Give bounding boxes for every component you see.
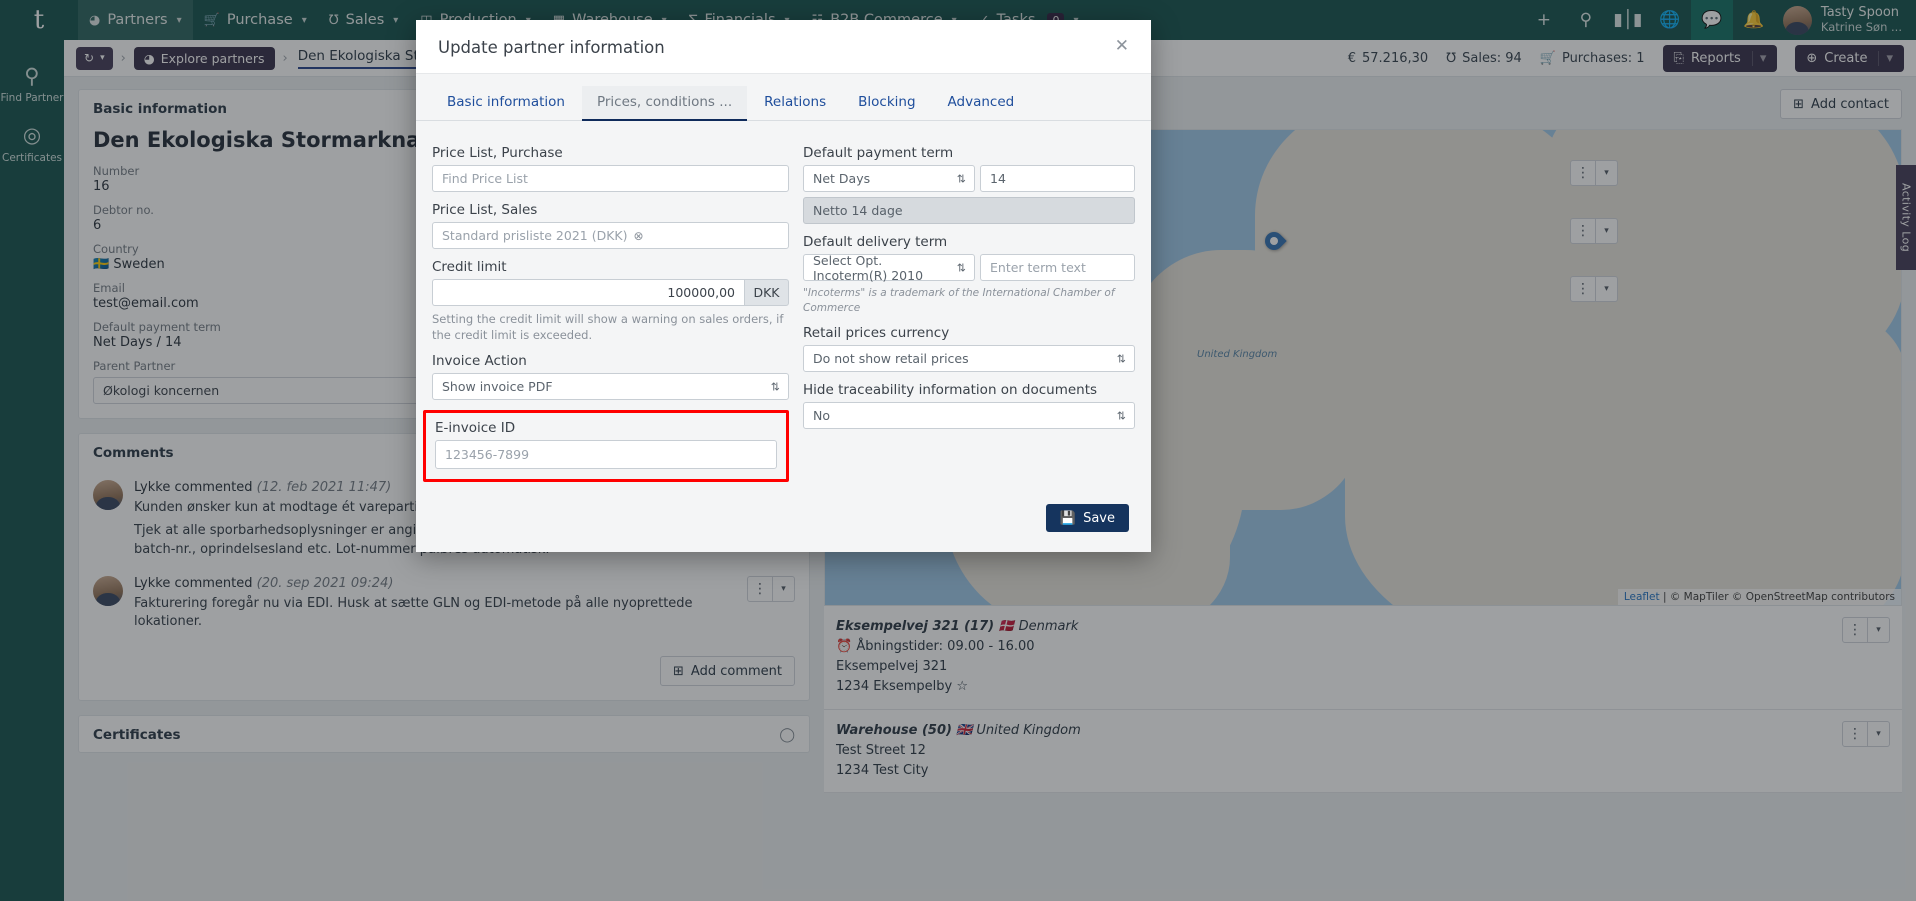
save-icon: 💾 — [1060, 511, 1076, 526]
credit-limit-help-text: Setting the credit limit will show a war… — [432, 311, 789, 343]
payment-term-days-input[interactable]: 14 — [980, 165, 1135, 192]
form-column-right: Default payment term Net Days 14 Netto 1… — [803, 135, 1135, 482]
tab-advanced[interactable]: Advanced — [933, 86, 1030, 121]
modal-body: Basic information Prices, conditions ...… — [416, 74, 1151, 488]
label-credit-limit: Credit limit — [432, 259, 789, 275]
payment-term-select[interactable]: Net Days — [803, 165, 975, 192]
tab-basic-information[interactable]: Basic information — [432, 86, 580, 121]
credit-limit-currency: DKK — [744, 279, 789, 306]
payment-term-readonly: Netto 14 dage — [803, 197, 1135, 224]
label-retail-prices-currency: Retail prices currency — [803, 325, 1135, 341]
clear-circle-icon[interactable]: ⊗ — [633, 229, 643, 243]
modal-title: Update partner information — [438, 38, 665, 57]
close-icon[interactable]: ✕ — [1115, 38, 1129, 55]
payment-term-group: Net Days 14 — [803, 165, 1135, 192]
delivery-term-text-input[interactable]: Enter term text — [980, 254, 1135, 281]
invoice-action-select[interactable]: Show invoice PDF — [432, 373, 789, 400]
save-label: Save — [1083, 511, 1115, 526]
tab-relations[interactable]: Relations — [749, 86, 841, 121]
retail-prices-currency-select[interactable]: Do not show retail prices — [803, 345, 1135, 372]
label-default-payment-term: Default payment term — [803, 145, 1135, 161]
hide-traceability-select[interactable]: No — [803, 402, 1135, 429]
price-list-sales-value: Standard prisliste 2021 (DKK) — [442, 228, 627, 243]
incoterms-note: "Incoterms" is a trademark of the Intern… — [803, 286, 1135, 315]
tab-prices-conditions[interactable]: Prices, conditions ... — [582, 86, 747, 121]
label-default-delivery-term: Default delivery term — [803, 234, 1135, 250]
modal-header: Update partner information ✕ — [416, 20, 1151, 74]
label-einvoice-id: E-invoice ID — [435, 420, 777, 436]
label-price-list-purchase: Price List, Purchase — [432, 145, 789, 161]
label-price-list-sales: Price List, Sales — [432, 202, 789, 218]
update-partner-modal: Update partner information ✕ Basic infor… — [416, 20, 1151, 552]
save-button[interactable]: 💾 Save — [1046, 504, 1129, 532]
delivery-term-select[interactable]: Select Opt. Incoterm(R) 2010 — [803, 254, 975, 281]
form-column-left: Price List, Purchase Find Price List Pri… — [432, 135, 789, 482]
einvoice-highlight-box: E-invoice ID 123456-7899 — [423, 410, 789, 482]
modal-form: Price List, Purchase Find Price List Pri… — [416, 121, 1151, 488]
delivery-term-group: Select Opt. Incoterm(R) 2010 Enter term … — [803, 254, 1135, 281]
label-hide-traceability: Hide traceability information on documen… — [803, 382, 1135, 398]
label-invoice-action: Invoice Action — [432, 353, 789, 369]
tab-blocking[interactable]: Blocking — [843, 86, 930, 121]
einvoice-id-input[interactable]: 123456-7899 — [435, 440, 777, 469]
modal-footer: 💾 Save — [416, 488, 1151, 552]
credit-limit-group: 100000,00 DKK — [432, 279, 789, 306]
modal-tabs: Basic information Prices, conditions ...… — [416, 74, 1151, 121]
price-list-purchase-input[interactable]: Find Price List — [432, 165, 789, 192]
price-list-sales-input[interactable]: Standard prisliste 2021 (DKK) ⊗ — [432, 222, 789, 249]
credit-limit-input[interactable]: 100000,00 — [432, 279, 744, 306]
